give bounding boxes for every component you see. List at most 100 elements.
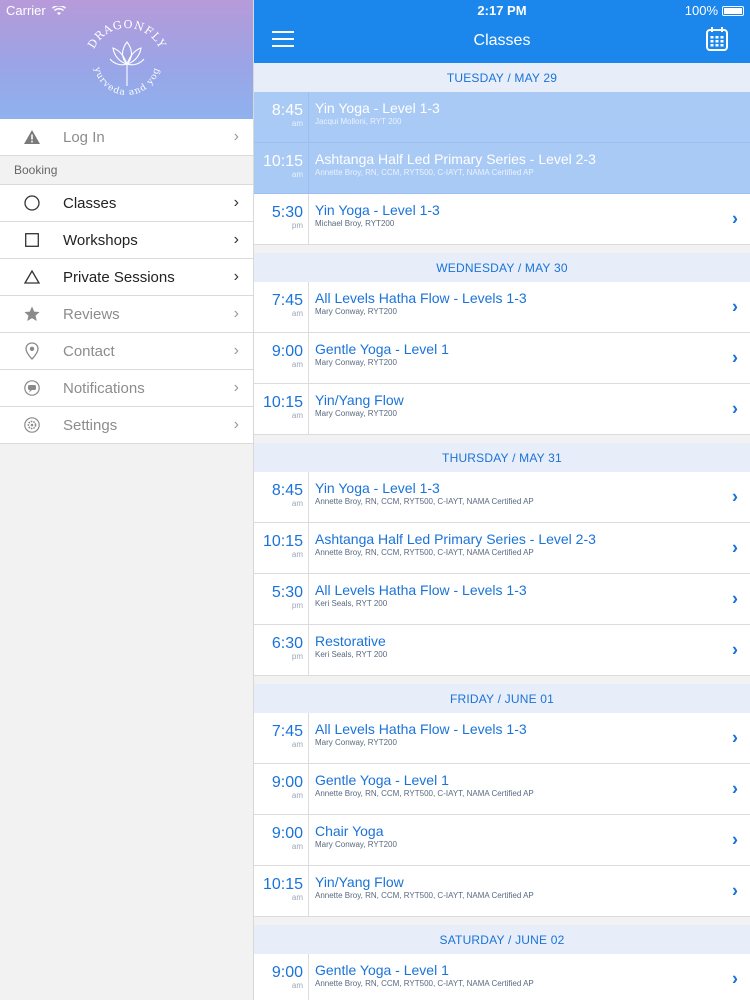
class-instructor: Jacqui Molloni, RYT 200 [315,117,402,126]
class-row[interactable]: 6:30 pm Restorative Keri Seals, RYT 200 › [254,625,750,676]
class-name: All Levels Hatha Flow - Levels 1-3 [315,290,527,306]
section-gap [254,676,750,684]
class-row[interactable]: 10:15 am Yin/Yang Flow Annette Broy, RN, CC… [254,866,750,917]
class-time-column: 8:45 am [254,472,309,522]
square-icon [22,233,42,247]
class-row[interactable]: 10:15 am Ashtanga Half Led Primary Series … [254,143,750,194]
chevron-right-icon: › [233,305,239,322]
class-row[interactable]: 8:45 am Yin Yoga - Level 1-3 Annette Broy, … [254,472,750,523]
class-time: 10:15 [262,533,303,550]
page-title: Classes [473,32,531,49]
chevron-right-icon: › [732,347,738,368]
gear-icon [22,417,42,433]
day-header: WEDNESDAY / MAY 30 [254,253,750,282]
chevron-right-icon: › [233,231,239,248]
sidebar-item-label: Workshops [63,231,138,249]
class-row[interactable]: 10:15 am Ashtanga Half Led Primary Series … [254,523,750,574]
class-info: Yin/Yang Flow Annette Broy, RN, CCM, RYT5… [309,866,534,916]
class-instructor: Annette Broy, RN, CCM, RYT500, C-IAYT, N… [315,979,534,988]
class-name: Yin Yoga - Level 1-3 [315,480,440,496]
class-ampm: am [291,360,303,369]
class-time: 8:45 [271,482,303,499]
class-row[interactable]: 9:00 am Chair Yoga Mary Conway, RYT200 › [254,815,750,866]
sidebar-item-notifications[interactable]: Notifications › [0,370,253,407]
class-info: Yin Yoga - Level 1-3 Michael Broy, RYT200 [309,194,440,244]
class-time: 10:15 [262,153,303,170]
sidebar-item-contact[interactable]: Contact › [0,333,253,370]
class-name: Chair Yoga [315,823,384,839]
sidebar-item-private-sessions[interactable]: Private Sessions › [0,259,253,296]
class-info: Gentle Yoga - Level 1 Annette Broy, RN, C… [309,954,534,1000]
class-name: Gentle Yoga - Level 1 [315,341,449,357]
class-name: Ashtanga Half Led Primary Series - Level… [315,531,596,547]
status-battery: 100% [685,3,744,18]
class-instructor: Annette Broy, RN, CCM, RYT500, C-IAYT, N… [315,789,534,798]
class-row[interactable]: 9:00 am Gentle Yoga - Level 1 Mary Conway, … [254,333,750,384]
class-time-column: 8:45 am [254,92,309,142]
class-name: All Levels Hatha Flow - Levels 1-3 [315,721,527,737]
chevron-right-icon: › [233,128,239,145]
class-time-column: 9:00 am [254,764,309,814]
location-pin-icon [22,342,42,360]
class-name: Gentle Yoga - Level 1 [315,772,449,788]
day-header: FRIDAY / JUNE 01 [254,684,750,713]
day-header: SATURDAY / JUNE 02 [254,925,750,954]
class-schedule-list: TUESDAY / MAY 29 8:45 am Yin Yoga - Level 1… [254,63,750,1000]
wifi-icon [51,5,66,15]
class-ampm: am [291,411,303,420]
section-gap [254,245,750,253]
sidebar-item-workshops[interactable]: Workshops › [0,222,253,259]
class-row[interactable]: 10:15 am Yin/Yang Flow Mary Conway, RYT200 › [254,384,750,435]
class-ampm: am [291,981,303,990]
calendar-icon[interactable] [706,27,728,51]
class-ampm: am [291,740,303,749]
class-info: Restorative Keri Seals, RYT 200 [309,625,387,675]
class-ampm: pm [291,221,303,230]
chevron-right-icon: › [233,416,239,433]
sidebar-section-booking: Booking [0,156,253,185]
carrier-label: Carrier [6,3,46,18]
class-ampm: am [291,791,303,800]
chevron-right-icon: › [732,968,738,989]
class-time: 9:00 [271,343,303,360]
class-instructor: Annette Broy, RN, CCM, RYT500, C-IAYT, N… [315,548,534,557]
sidebar-item-classes[interactable]: Classes › [0,185,253,222]
sidebar-item-login[interactable]: Log In › [0,119,253,156]
class-time-column: 10:15 am [254,143,309,193]
class-time-column: 9:00 am [254,954,309,1000]
class-name: All Levels Hatha Flow - Levels 1-3 [315,582,527,598]
class-instructor: Mary Conway, RYT200 [315,738,397,747]
class-row[interactable]: 9:00 am Gentle Yoga - Level 1 Annette Broy,… [254,954,750,1000]
class-ampm: pm [291,601,303,610]
class-row[interactable]: 8:45 am Yin Yoga - Level 1-3 Jacqui Molloni… [254,92,750,143]
class-instructor: Mary Conway, RYT200 [315,307,397,316]
class-time-column: 10:15 am [254,384,309,434]
sidebar: Carrier DRAGONFLY ayurveda and yoga [0,0,254,1000]
class-info: Yin Yoga - Level 1-3 Jacqui Molloni, RYT … [309,92,440,142]
class-row[interactable]: 7:45 am All Levels Hatha Flow - Levels 1-3… [254,282,750,333]
status-bar-left: Carrier [6,3,66,18]
class-row[interactable]: 5:30 pm All Levels Hatha Flow - Levels 1-3… [254,574,750,625]
class-name: Restorative [315,633,386,649]
svg-text:DRAGONFLY: DRAGONFLY [85,18,169,51]
chevron-right-icon: › [732,296,738,317]
chevron-right-icon: › [732,880,738,901]
class-time-column: 7:45 am [254,713,309,763]
class-instructor: Michael Broy, RYT200 [315,219,395,228]
class-time: 6:30 [271,635,303,652]
class-row[interactable]: 9:00 am Gentle Yoga - Level 1 Annette Broy,… [254,764,750,815]
sidebar-item-settings[interactable]: Settings › [0,407,253,444]
class-row[interactable]: 7:45 am All Levels Hatha Flow - Levels 1-3… [254,713,750,764]
class-time-column: 10:15 am [254,523,309,573]
warning-triangle-icon [22,130,42,144]
class-info: Chair Yoga Mary Conway, RYT200 [309,815,397,865]
class-time: 9:00 [271,774,303,791]
chevron-right-icon: › [732,727,738,748]
sidebar-item-reviews[interactable]: Reviews › [0,296,253,333]
class-info: Gentle Yoga - Level 1 Annette Broy, RN, C… [309,764,534,814]
sidebar-header: Carrier DRAGONFLY ayurveda and yoga [0,0,253,119]
class-row[interactable]: 5:30 pm Yin Yoga - Level 1-3 Michael Broy, … [254,194,750,245]
section-gap [254,917,750,925]
class-instructor: Mary Conway, RYT200 [315,358,397,367]
class-ampm: am [291,170,303,179]
